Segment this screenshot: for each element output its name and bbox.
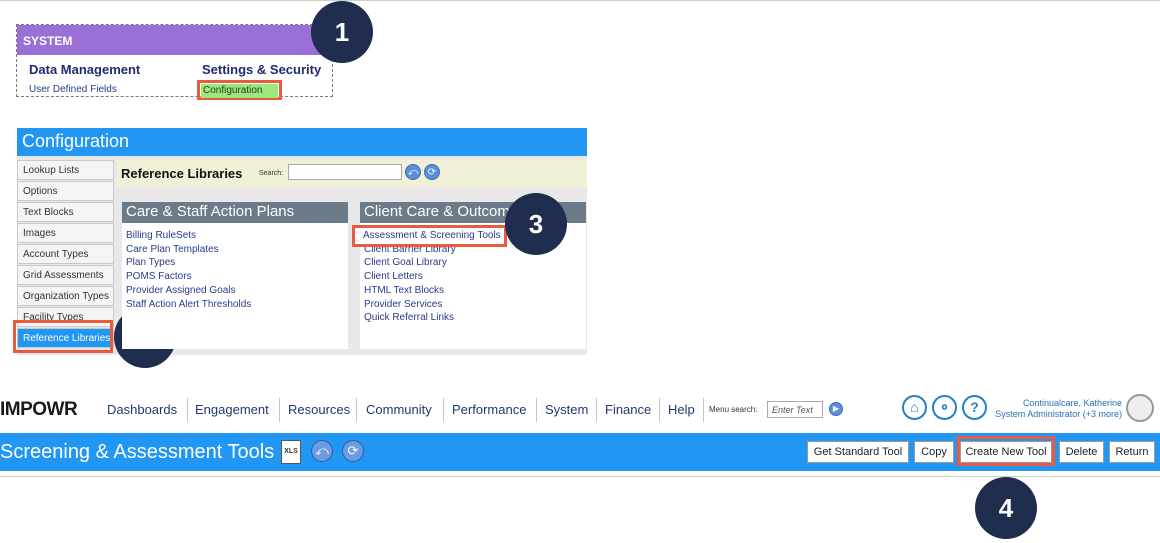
sidebar-item-grid-assessments[interactable]: Grid Assessments (17, 265, 114, 285)
delete-button[interactable]: Delete (1059, 441, 1104, 463)
bottom-divider (0, 476, 1160, 477)
sidebar-item-organization-types[interactable]: Organization Types (17, 286, 114, 306)
menu-search-label: Menu search: (709, 405, 758, 414)
staff-action-alert-thresholds-link[interactable]: Staff Action Alert Thresholds (122, 298, 348, 312)
nav-engagement[interactable]: Engagement (195, 402, 269, 417)
user-name[interactable]: Continualcare, Katherine (994, 398, 1122, 409)
sidebar-item-options[interactable]: Options (17, 181, 114, 201)
top-divider (0, 0, 1160, 1)
care-plan-templates-link[interactable]: Care Plan Templates (122, 243, 348, 257)
nav-separator (596, 398, 597, 422)
nav-system[interactable]: System (545, 402, 588, 417)
nav-dashboards[interactable]: Dashboards (107, 402, 177, 417)
page-title: Screening & Assessment Tools (0, 441, 275, 463)
copy-button[interactable]: Copy (914, 441, 954, 463)
nav-separator (443, 398, 444, 422)
impowr-logo[interactable]: IMPOWR (0, 399, 78, 421)
configuration-link[interactable]: Configuration (197, 80, 282, 100)
user-role[interactable]: System Administrator (+3 more) (994, 409, 1122, 420)
avatar[interactable] (1126, 394, 1154, 422)
callout-badge-1: 1 (311, 1, 373, 63)
search-label: Search: (259, 170, 284, 177)
care-staff-action-plans-card: Care & Staff Action Plans Billing RuleSe… (122, 202, 348, 349)
system-menu-header: SYSTEM (17, 25, 332, 55)
reference-libraries-highlight (13, 320, 113, 353)
search-input[interactable] (288, 164, 402, 180)
return-button[interactable]: Return (1109, 441, 1155, 463)
configuration-link-label: Configuration (201, 84, 278, 98)
sidebar-item-account-types[interactable]: Account Types (17, 244, 114, 264)
nav-performance[interactable]: Performance (452, 402, 526, 417)
nav-community[interactable]: Community (366, 402, 432, 417)
xls-export-icon[interactable]: XLS (281, 440, 301, 464)
callout-badge-3: 3 (505, 193, 567, 255)
nav-separator (279, 398, 280, 422)
data-management-heading: Data Management (29, 62, 141, 77)
html-text-blocks-link[interactable]: HTML Text Blocks (360, 284, 586, 298)
menu-search-input[interactable]: Enter Text (767, 401, 823, 418)
provider-assigned-goals-link[interactable]: Provider Assigned Goals (122, 284, 348, 298)
nav-separator (187, 398, 188, 422)
nav-separator (356, 398, 357, 422)
billing-rulesets-link[interactable]: Billing RuleSets (122, 229, 348, 243)
callout-badge-4: 4 (975, 477, 1037, 539)
assessment-screening-tools-link[interactable]: Assessment & Screening Tools (352, 225, 507, 247)
create-new-tool-highlight (957, 436, 1055, 466)
quick-referral-links-link[interactable]: Quick Referral Links (360, 311, 586, 325)
reference-libraries-title: Reference Libraries (121, 166, 243, 181)
get-standard-tool-button[interactable]: Get Standard Tool (807, 441, 909, 463)
nav-help[interactable]: Help (668, 402, 695, 417)
nav-resources[interactable]: Resources (288, 402, 350, 417)
plan-types-link[interactable]: Plan Types (122, 256, 348, 270)
client-letters-link[interactable]: Client Letters (360, 270, 586, 284)
sidebar-item-images[interactable]: Images (17, 223, 114, 243)
home-icon[interactable]: ⌂ (902, 395, 927, 420)
client-goal-library-link[interactable]: Client Goal Library (360, 256, 586, 270)
sidebar-item-lookup-lists[interactable]: Lookup Lists (17, 160, 114, 180)
user-defined-fields-link[interactable]: User Defined Fields (29, 84, 117, 95)
configuration-header: Configuration (17, 128, 587, 156)
nav-separator (659, 398, 660, 422)
help-icon[interactable]: ? (962, 395, 987, 420)
nav-separator (703, 398, 704, 422)
nav-finance[interactable]: Finance (605, 402, 651, 417)
back-arrow-icon[interactable]: ⤺ (405, 164, 421, 180)
refresh-icon[interactable]: ⟳ (424, 164, 440, 180)
nav-separator (536, 398, 537, 422)
provider-services-link[interactable]: Provider Services (360, 298, 586, 312)
sidebar-item-text-blocks[interactable]: Text Blocks (17, 202, 114, 222)
menu-search-go-icon[interactable]: ▶ (829, 402, 843, 416)
poms-factors-link[interactable]: POMS Factors (122, 270, 348, 284)
share-icon[interactable]: ⚬ (932, 395, 957, 420)
back-arrow-icon[interactable]: ⤺ (311, 440, 333, 462)
refresh-icon[interactable]: ⟳ (342, 440, 364, 462)
settings-security-heading: Settings & Security (202, 62, 322, 77)
card-title: Care & Staff Action Plans (122, 202, 348, 223)
